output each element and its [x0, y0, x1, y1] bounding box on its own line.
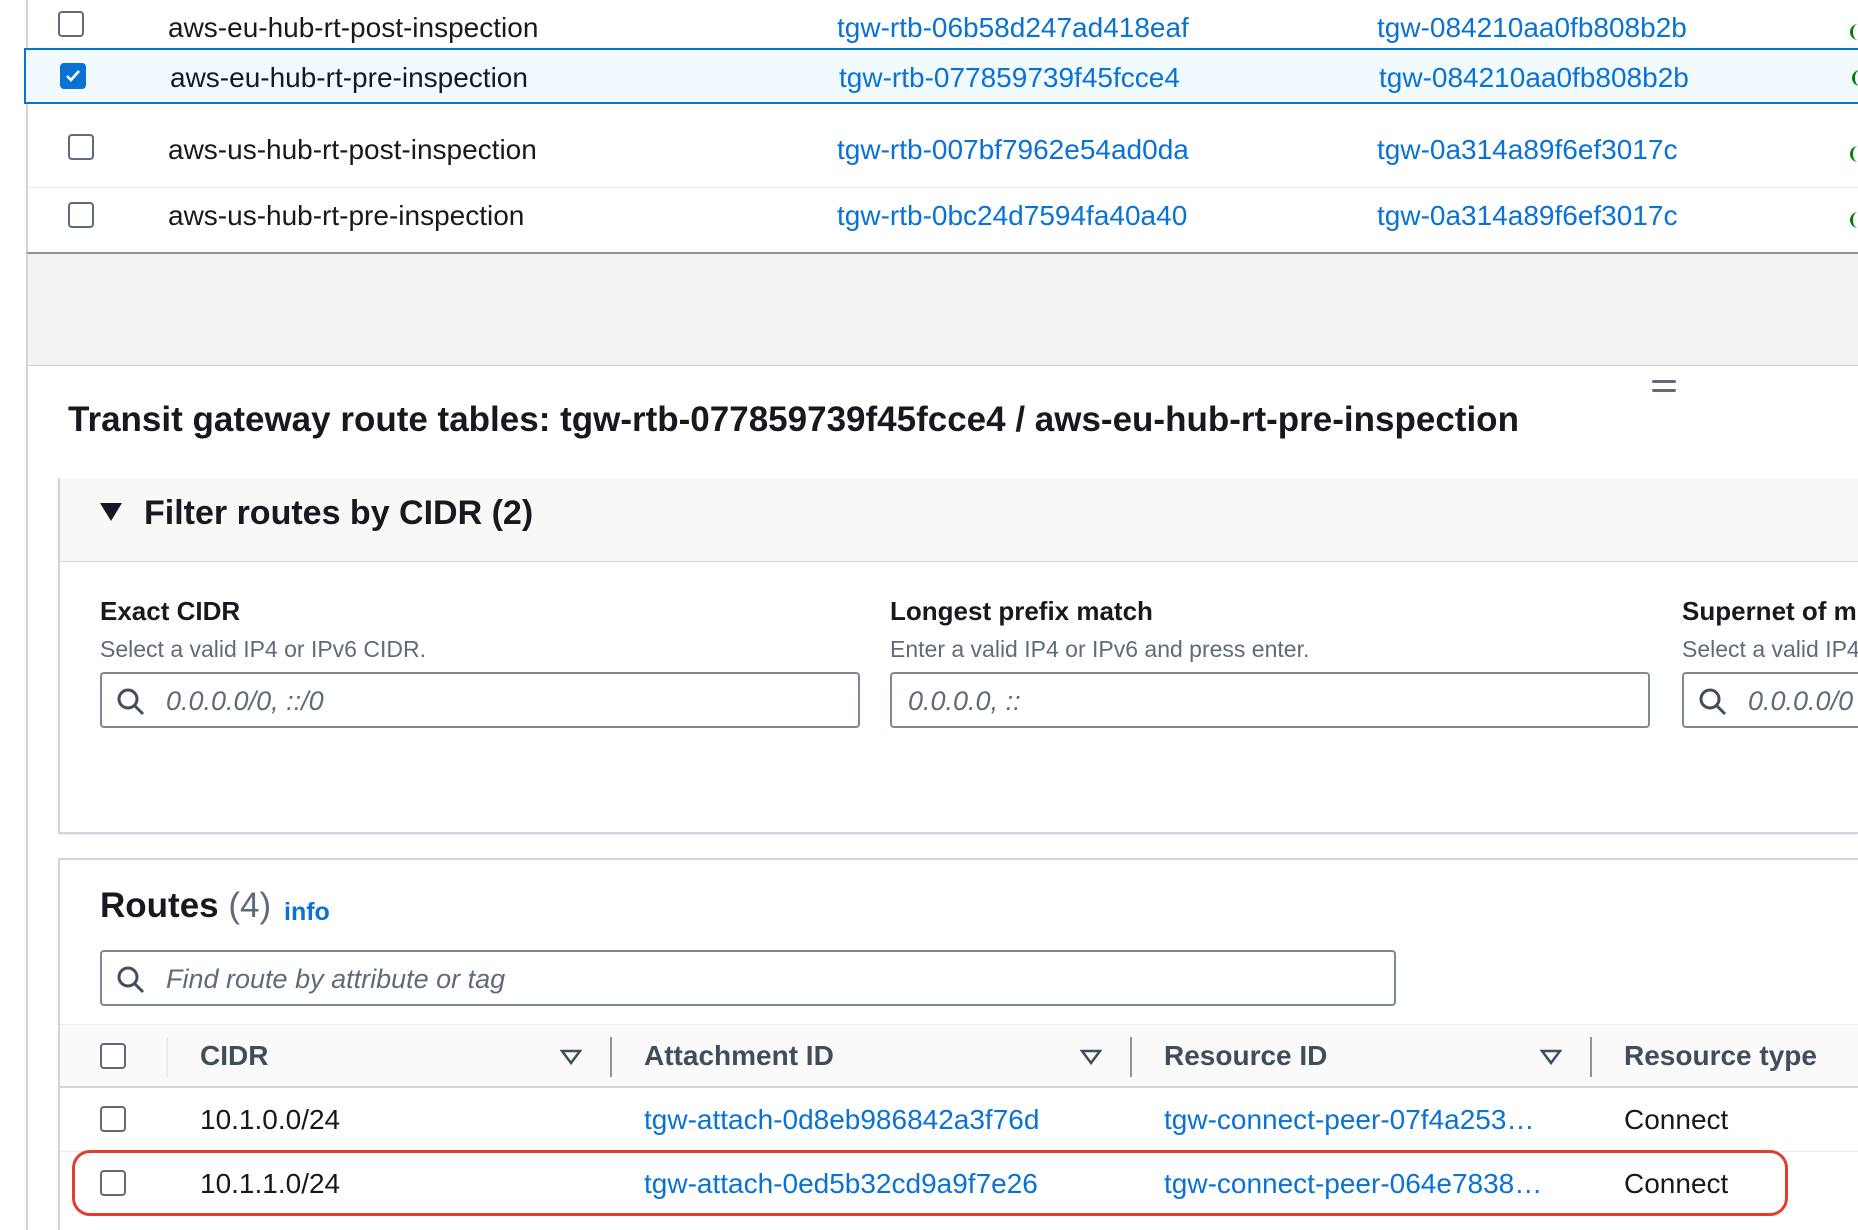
attachment-id-link[interactable]: tgw-attach-0d8eb986842a3f76d [644, 1104, 1039, 1136]
column-header-resource-id[interactable]: Resource ID [1164, 1040, 1327, 1072]
supernet-input[interactable]: 0.0.0.0/0 [1682, 672, 1858, 728]
transit-gateway-id-link[interactable]: tgw-0a314a89f6ef3017c [1377, 134, 1677, 166]
route-table-row[interactable]: aws-us-hub-rt-post-inspection tgw-rtb-00… [28, 124, 1858, 188]
row-checkbox[interactable] [58, 11, 84, 37]
transit-gateway-id-link[interactable]: tgw-0a314a89f6ef3017c [1377, 200, 1677, 232]
search-icon [1699, 688, 1727, 716]
routes-count: (4) [228, 886, 272, 925]
route-table-name: aws-eu-hub-rt-pre-inspection [170, 62, 528, 93]
route-tables-list: aws-eu-hub-rt-post-inspection tgw-rtb-06… [24, 0, 1858, 252]
sort-caret-icon[interactable] [1540, 1049, 1562, 1065]
status-icon [1850, 146, 1858, 162]
route-table-name: aws-eu-hub-rt-post-inspection [168, 12, 539, 43]
row-checkbox[interactable] [100, 1106, 126, 1132]
routes-title: Routes (4) [100, 886, 271, 926]
row-checkbox[interactable] [68, 134, 94, 160]
longest-prefix-input[interactable]: 0.0.0.0, :: [890, 672, 1650, 728]
column-divider [166, 1037, 168, 1077]
supernet-description: Select a valid IP4 [1682, 636, 1858, 662]
checkmark-icon [66, 70, 80, 82]
exact-cidr-input[interactable]: 0.0.0.0/0, ::/0 [100, 672, 860, 728]
route-table-id-link[interactable]: tgw-rtb-0bc24d7594fa40a40 [837, 200, 1187, 232]
route-search-placeholder: Find route by attribute or tag [166, 964, 506, 994]
row-checkbox-checked[interactable] [60, 63, 86, 89]
highlight-annotation [72, 1150, 1788, 1216]
table-footer-band [26, 252, 1858, 366]
column-header-resource-type[interactable]: Resource type [1624, 1040, 1817, 1072]
routes-title-text: Routes [100, 886, 219, 925]
transit-gateway-id-link[interactable]: tgw-084210aa0fb808b2b [1379, 62, 1689, 94]
resource-type: Connect [1624, 1104, 1729, 1135]
sort-caret-icon[interactable] [560, 1049, 582, 1065]
filter-title[interactable]: Filter routes by CIDR (2) [144, 494, 533, 533]
supernet-placeholder: 0.0.0.0/0 [1748, 686, 1854, 716]
exact-cidr-description: Select a valid IP4 or IPv6 CIDR. [100, 636, 426, 662]
info-link[interactable]: info [284, 898, 330, 927]
route-table-name: aws-us-hub-rt-pre-inspection [168, 200, 525, 231]
column-header-cidr[interactable]: CIDR [200, 1040, 268, 1072]
panel-title: Transit gateway route tables: tgw-rtb-07… [68, 400, 1519, 439]
status-icon [1850, 212, 1858, 228]
column-divider[interactable] [610, 1037, 612, 1077]
longest-prefix-description: Enter a valid IP4 or IPv6 and press ente… [890, 636, 1310, 662]
route-cidr: 10.1.0.0/24 [200, 1104, 341, 1135]
status-icon [1852, 70, 1858, 86]
routes-table-header: CIDR Attachment ID Resource ID Resource … [60, 1024, 1858, 1088]
column-header-attachment-id[interactable]: Attachment ID [644, 1040, 834, 1072]
filter-header[interactable]: Filter routes by CIDR (2) [60, 478, 1858, 562]
route-row[interactable]: 10.1.0.0/24 tgw-attach-0d8eb986842a3f76d… [60, 1088, 1858, 1152]
route-table-row[interactable]: aws-us-hub-rt-pre-inspection tgw-rtb-0bc… [28, 188, 1858, 252]
column-divider[interactable] [1590, 1037, 1592, 1077]
row-checkbox[interactable] [68, 202, 94, 228]
supernet-label: Supernet of m [1682, 596, 1857, 626]
route-table-id-link[interactable]: tgw-rtb-06b58d247ad418eaf [837, 12, 1189, 44]
status-icon [1850, 24, 1858, 40]
column-divider[interactable] [1130, 1037, 1132, 1077]
exact-cidr-placeholder: 0.0.0.0/0, ::/0 [166, 686, 324, 716]
longest-prefix-label: Longest prefix match [890, 596, 1153, 626]
transit-gateway-id-link[interactable]: tgw-084210aa0fb808b2b [1377, 12, 1687, 44]
select-all-checkbox[interactable] [100, 1043, 126, 1069]
route-table-name: aws-us-hub-rt-post-inspection [168, 134, 537, 165]
drag-handle-icon[interactable] [1652, 380, 1676, 398]
sort-caret-icon[interactable] [1080, 1049, 1102, 1065]
search-icon [117, 966, 145, 994]
resource-id-link[interactable]: tgw-connect-peer-07f4a253… [1164, 1104, 1534, 1136]
route-search-input[interactable]: Find route by attribute or tag [100, 950, 1396, 1006]
route-table-id-link[interactable]: tgw-rtb-007bf7962e54ad0da [837, 134, 1189, 166]
caret-down-icon[interactable] [100, 503, 122, 521]
exact-cidr-label: Exact CIDR [100, 596, 241, 626]
longest-prefix-placeholder: 0.0.0.0, :: [908, 686, 1021, 716]
route-table-id-link[interactable]: tgw-rtb-077859739f45fcce4 [839, 62, 1180, 94]
search-icon [117, 688, 145, 716]
route-table-row-selected[interactable]: aws-eu-hub-rt-pre-inspection tgw-rtb-077… [24, 48, 1858, 104]
